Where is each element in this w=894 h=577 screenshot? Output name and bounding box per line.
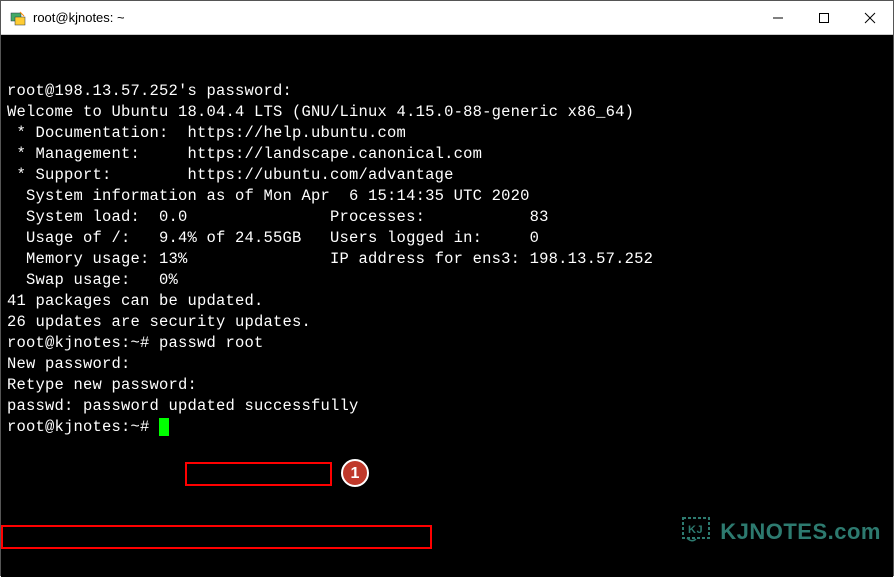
watermark-text: KJNOTES.com <box>720 521 881 542</box>
window-titlebar: root@kjnotes: ~ <box>1 1 893 35</box>
terminal-line: Retype new password: <box>7 375 887 396</box>
svg-text:KJ: KJ <box>688 524 703 536</box>
terminal-line: * Management: https://landscape.canonica… <box>7 144 887 165</box>
window-controls <box>755 1 893 34</box>
terminal-line: New password: <box>7 354 887 375</box>
terminal-line: * Support: https://ubuntu.com/advantage <box>7 165 887 186</box>
terminal-line: System information as of Mon Apr 6 15:14… <box>7 186 887 207</box>
maximize-button[interactable] <box>801 1 847 34</box>
terminal-line: System load: 0.0 Processes: 83 <box>7 207 887 228</box>
terminal-line: 26 updates are security updates. <box>7 312 887 333</box>
highlight-box-command <box>185 462 332 486</box>
terminal-line: passwd: password updated successfully <box>7 396 887 417</box>
terminal-line: * Documentation: https://help.ubuntu.com <box>7 123 887 144</box>
highlight-box-success <box>1 525 432 549</box>
annotation-badge-1: 1 <box>341 459 369 487</box>
window-title: root@kjnotes: ~ <box>33 10 755 25</box>
close-button[interactable] <box>847 1 893 34</box>
putty-icon <box>9 9 27 27</box>
watermark-icon: KJ <box>641 494 715 569</box>
terminal-area[interactable]: root@198.13.57.252's password:Welcome to… <box>1 35 893 577</box>
minimize-button[interactable] <box>755 1 801 34</box>
terminal-line: root@198.13.57.252's password: <box>7 81 887 102</box>
terminal-line: Memory usage: 13% IP address for ens3: 1… <box>7 249 887 270</box>
terminal-cursor <box>159 418 169 436</box>
terminal-line: 41 packages can be updated. <box>7 291 887 312</box>
watermark: KJ KJNOTES.com <box>641 494 881 569</box>
terminal-line: root@kjnotes:~# passwd root <box>7 333 887 354</box>
terminal-line: Welcome to Ubuntu 18.04.4 LTS (GNU/Linux… <box>7 102 887 123</box>
terminal-line: Swap usage: 0% <box>7 270 887 291</box>
terminal-line: Usage of /: 9.4% of 24.55GB Users logged… <box>7 228 887 249</box>
terminal-line: root@kjnotes:~# <box>7 417 887 438</box>
